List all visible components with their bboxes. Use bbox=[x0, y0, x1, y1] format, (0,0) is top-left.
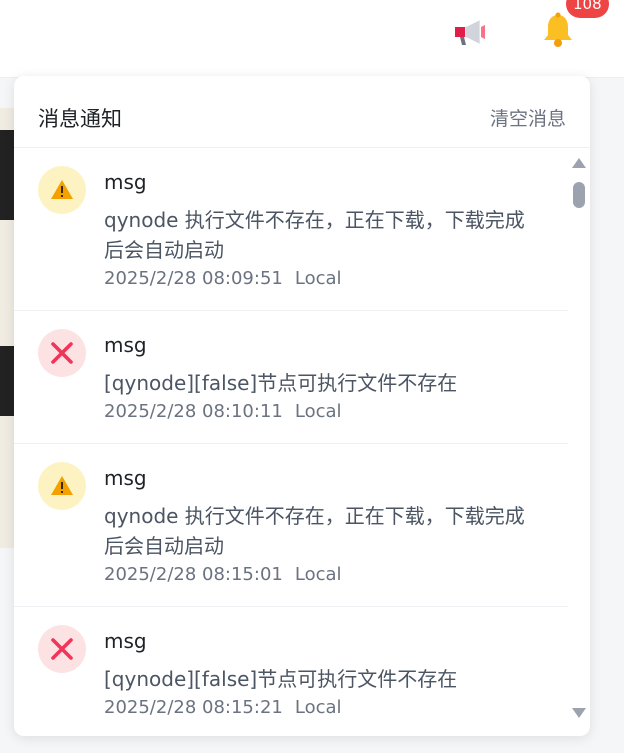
bell-icon[interactable] bbox=[540, 12, 576, 48]
background-image-edge bbox=[0, 108, 14, 548]
notification-time: 2025/2/28 08:15:21 bbox=[104, 697, 283, 718]
error-icon bbox=[38, 329, 86, 377]
scroll-down-arrow-icon[interactable] bbox=[572, 708, 586, 718]
notification-meta: 2025/2/28 08:15:21 Local bbox=[104, 697, 342, 718]
panel-title: 消息通知 bbox=[38, 107, 122, 131]
warning-icon bbox=[38, 462, 86, 510]
scroll-up-arrow-icon[interactable] bbox=[572, 158, 586, 168]
notification-meta: 2025/2/28 08:15:01 Local bbox=[104, 564, 342, 585]
notification-time: 2025/2/28 08:09:51 bbox=[104, 268, 283, 289]
error-icon bbox=[38, 625, 86, 673]
scroll-thumb[interactable] bbox=[573, 182, 585, 208]
notification-list[interactable]: msg qynode 执行文件不存在，正在下载，下载完成后会自动启动 2025/… bbox=[14, 148, 568, 736]
notification-item[interactable]: msg [qynode][false]节点可执行文件不存在 2025/2/28 … bbox=[14, 311, 568, 444]
scrollbar[interactable] bbox=[568, 158, 590, 718]
notification-panel: 消息通知 清空消息 msg qynode 执行文件不存在，正在下载，下载完成后会… bbox=[14, 76, 590, 736]
notification-body: qynode 执行文件不存在，正在下载，下载完成后会自动启动 bbox=[104, 208, 525, 262]
notification-item[interactable]: msg qynode 执行文件不存在，正在下载，下载完成后会自动启动 2025/… bbox=[14, 148, 568, 311]
notification-title: msg bbox=[104, 629, 147, 653]
notification-time: 2025/2/28 08:15:01 bbox=[104, 564, 283, 585]
notification-item[interactable]: msg qynode 执行文件不存在，正在下载，下载完成后会自动启动 2025/… bbox=[14, 444, 568, 607]
megaphone-icon[interactable] bbox=[452, 17, 488, 47]
notification-source: Local bbox=[294, 401, 342, 422]
notification-title: msg bbox=[104, 333, 147, 357]
notification-body: qynode 执行文件不存在，正在下载，下载完成后会自动启动 bbox=[104, 504, 525, 558]
notification-item[interactable]: msg [qynode][false]节点可执行文件不存在 2025/2/28 … bbox=[14, 607, 568, 736]
notification-body: [qynode][false]节点可执行文件不存在 bbox=[104, 667, 458, 691]
notification-title: msg bbox=[104, 466, 147, 490]
notification-source: Local bbox=[294, 268, 342, 289]
clear-messages-button[interactable]: 清空消息 bbox=[490, 104, 566, 131]
notification-body: [qynode][false]节点可执行文件不存在 bbox=[104, 371, 458, 395]
notification-source: Local bbox=[294, 564, 342, 585]
notification-count-badge: 108 bbox=[566, 0, 609, 18]
warning-icon bbox=[38, 166, 86, 214]
notification-time: 2025/2/28 08:10:11 bbox=[104, 401, 283, 422]
notification-title: msg bbox=[104, 170, 147, 194]
panel-header: 消息通知 清空消息 bbox=[14, 76, 590, 148]
notification-meta: 2025/2/28 08:10:11 Local bbox=[104, 401, 342, 422]
notification-source: Local bbox=[294, 697, 342, 718]
top-bar: 108 bbox=[0, 0, 624, 78]
notification-meta: 2025/2/28 08:09:51 Local bbox=[104, 268, 342, 289]
